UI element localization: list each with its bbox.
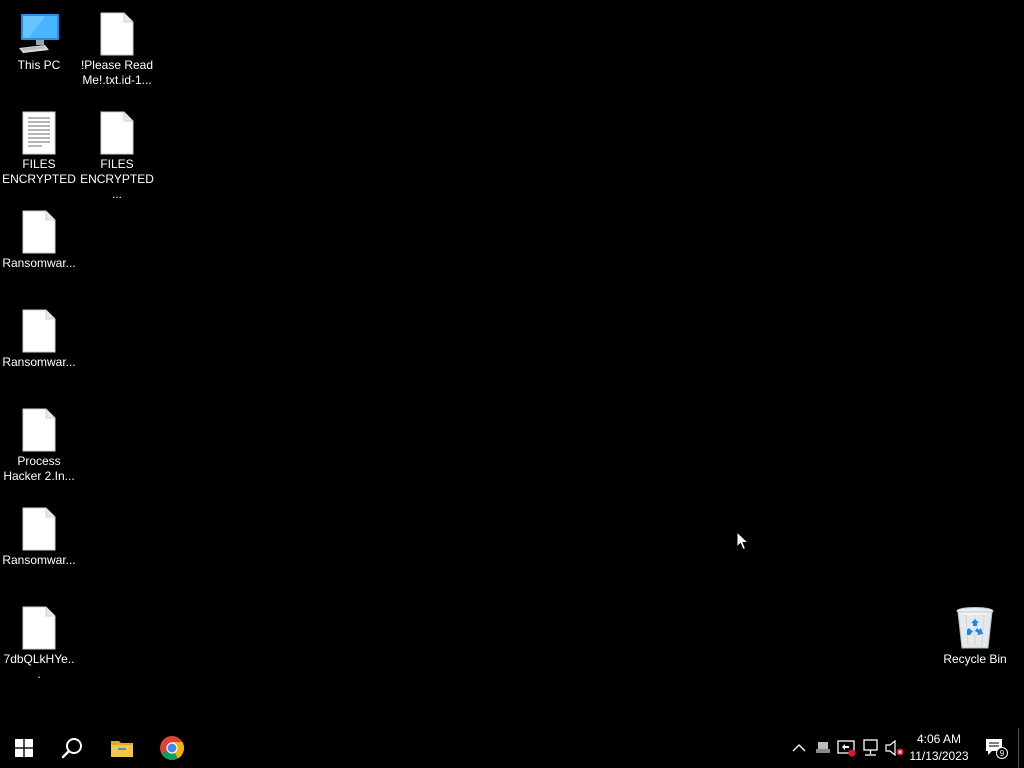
desktop-icon-this-pc[interactable]: This PC xyxy=(1,10,77,73)
search-button[interactable] xyxy=(48,728,96,768)
desktop-icon-files-encrypted-txt[interactable]: FILES ENCRYPTED xyxy=(1,109,77,187)
blank-file-icon xyxy=(93,10,141,58)
desktop-icon-ransomware-2[interactable]: Ransomwar... xyxy=(1,307,77,370)
blank-file-icon xyxy=(15,208,63,256)
desktop-icon-label: Ransomwar... xyxy=(2,355,76,369)
desktop-icon-ransomware-1[interactable]: Ransomwar... xyxy=(1,208,77,271)
desktop-icon-ransomware-3[interactable]: Ransomwar... xyxy=(1,505,77,568)
desktop-icon-files-encrypted[interactable]: FILES ENCRYPTED... xyxy=(79,109,155,202)
windows-logo-icon xyxy=(15,739,33,757)
blank-file-icon xyxy=(15,505,63,553)
text-document-icon xyxy=(15,109,63,157)
desktop-icon-label: This PC xyxy=(17,58,61,72)
chevron-up-icon xyxy=(792,744,806,752)
tray-network[interactable] xyxy=(860,736,882,760)
notification-icon: 9 xyxy=(986,739,1008,759)
taskbar: 4:06 AM 11/13/2023 9 xyxy=(0,728,1024,768)
mouse-cursor-icon xyxy=(736,530,750,556)
network-drive-icon xyxy=(816,742,830,753)
desktop-icon-label: Ransomwar... xyxy=(2,553,76,567)
recycle-bin-icon xyxy=(951,604,999,652)
security-icon xyxy=(837,740,856,757)
clock-date: 11/13/2023 xyxy=(909,749,969,763)
blank-file-icon xyxy=(93,109,141,157)
folder-icon xyxy=(111,741,133,757)
notification-count: 9 xyxy=(1000,749,1005,758)
speaker-muted-icon xyxy=(885,739,904,757)
blank-file-icon xyxy=(15,307,63,355)
desktop-icon-label: FILES ENCRYPTED xyxy=(2,157,76,186)
desktop-icon-label: 7dbQLkHYe... xyxy=(3,652,75,681)
tray-security[interactable] xyxy=(836,736,858,760)
desktop-icon-please-read-me[interactable]: !Please Read Me!.txt.id-1... xyxy=(79,10,155,88)
desktop-icon-label: !Please Read Me!.txt.id-1... xyxy=(80,58,154,87)
desktop-icon-recycle-bin[interactable]: Recycle Bin xyxy=(937,604,1013,667)
chrome-button[interactable] xyxy=(148,728,196,768)
desktop-icon-label: Ransomwar... xyxy=(2,256,76,270)
search-icon xyxy=(61,738,82,759)
tray-volume[interactable] xyxy=(884,736,906,760)
start-button[interactable] xyxy=(0,728,48,768)
blank-file-icon xyxy=(15,406,63,454)
chrome-icon xyxy=(160,736,185,761)
file-explorer-button[interactable] xyxy=(98,728,146,768)
desktop-icon-process-hacker[interactable]: Process Hacker 2.In... xyxy=(1,406,77,484)
show-desktop-button[interactable] xyxy=(1018,728,1024,768)
tray-network-drive[interactable] xyxy=(812,736,834,760)
desktop: This PC !Please Read Me!.txt.id-1... FIL… xyxy=(0,0,1024,728)
computer-icon xyxy=(15,10,63,58)
taskbar-clock[interactable]: 4:06 AM 11/13/2023 xyxy=(904,731,974,765)
desktop-icon-label: FILES ENCRYPTED... xyxy=(80,157,154,201)
desktop-icon-7dbqlkhye[interactable]: 7dbQLkHYe... xyxy=(1,604,77,682)
desktop-icon-label: Recycle Bin xyxy=(943,652,1007,666)
show-hidden-icons-button[interactable] xyxy=(788,736,810,760)
desktop-icon-label: Process Hacker 2.In... xyxy=(3,454,75,483)
action-center-button[interactable]: 9 xyxy=(976,728,1016,768)
clock-time: 4:06 AM xyxy=(916,732,962,746)
blank-file-icon xyxy=(15,604,63,652)
network-icon xyxy=(863,739,878,756)
